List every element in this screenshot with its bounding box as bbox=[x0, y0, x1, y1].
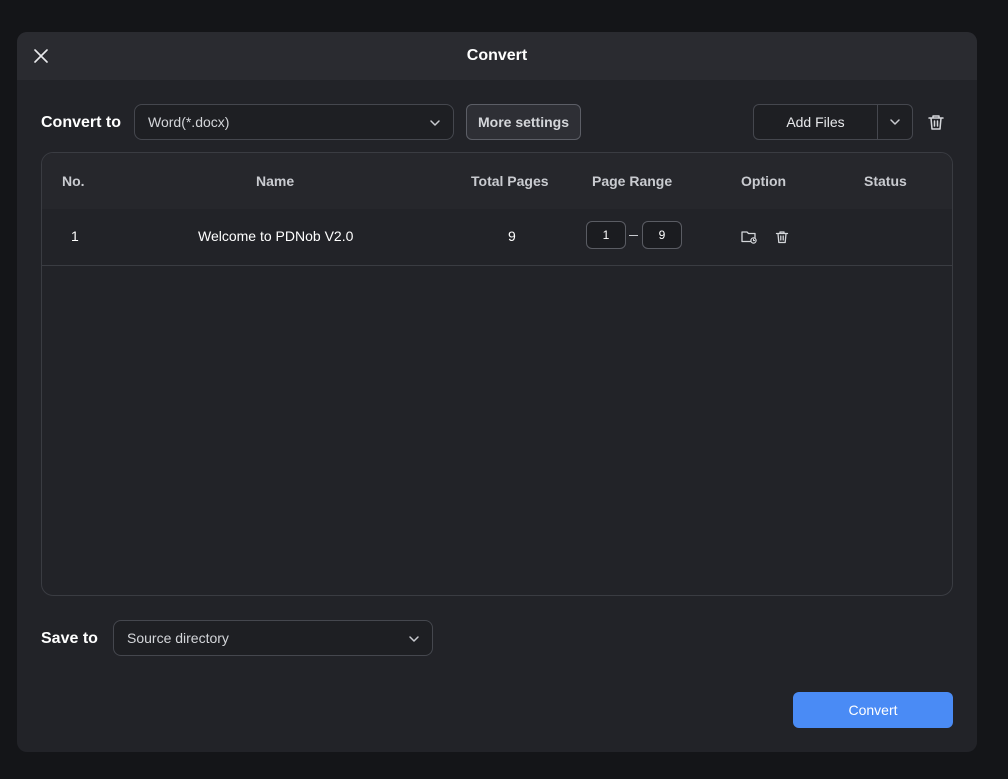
save-to-label: Save to bbox=[41, 630, 98, 647]
clear-all-trash-icon[interactable] bbox=[925, 111, 947, 133]
add-files-split-button: Add Files bbox=[753, 104, 913, 140]
add-files-dropdown[interactable] bbox=[878, 105, 912, 139]
page-range-from-input[interactable]: 1 bbox=[586, 221, 626, 249]
row-no: 1 bbox=[71, 228, 79, 244]
file-table: No. Name Total Pages Page Range Option S… bbox=[41, 152, 953, 596]
row-name: Welcome to PDNob V2.0 bbox=[198, 228, 354, 244]
format-select[interactable]: Word(*.docx) bbox=[134, 104, 454, 140]
table-row[interactable]: 1 Welcome to PDNob V2.0 9 1 9 bbox=[42, 209, 952, 266]
convert-to-label: Convert to bbox=[41, 114, 121, 131]
header-option: Option bbox=[741, 173, 787, 189]
dialog-title: Convert bbox=[466, 47, 528, 64]
convert-button[interactable]: Convert bbox=[793, 692, 953, 728]
header-name: Name bbox=[256, 173, 295, 189]
header-page-range: Page Range bbox=[592, 173, 673, 189]
header-total-pages: Total Pages bbox=[471, 173, 549, 189]
chevron-down-icon bbox=[409, 636, 419, 642]
delete-row-trash-icon[interactable] bbox=[773, 228, 791, 246]
open-folder-icon[interactable] bbox=[740, 228, 758, 246]
format-select-value: Word(*.docx) bbox=[148, 114, 230, 130]
more-settings-button[interactable]: More settings bbox=[466, 104, 581, 140]
header-no: No. bbox=[62, 173, 85, 189]
page-range-to-input[interactable]: 9 bbox=[642, 221, 682, 249]
row-total-pages: 9 bbox=[508, 228, 516, 244]
range-separator bbox=[629, 235, 638, 236]
header-status: Status bbox=[864, 173, 907, 189]
save-location-select[interactable]: Source directory bbox=[113, 620, 433, 656]
chevron-down-icon bbox=[890, 119, 900, 125]
chevron-down-icon bbox=[430, 120, 440, 126]
table-header: No. Name Total Pages Page Range Option S… bbox=[42, 153, 952, 209]
dialog-titlebar: Convert bbox=[17, 32, 977, 80]
convert-dialog: Convert Convert to Word(*.docx) More set… bbox=[17, 32, 977, 752]
add-files-button[interactable]: Add Files bbox=[754, 105, 878, 139]
save-location-value: Source directory bbox=[127, 630, 229, 646]
